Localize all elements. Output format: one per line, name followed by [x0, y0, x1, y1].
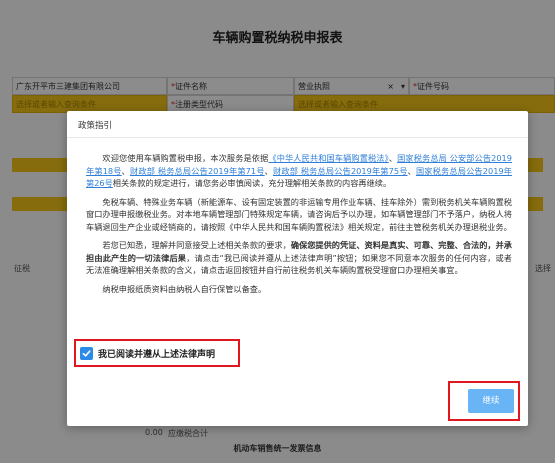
policy-paragraph-2: 免税车辆、特殊业务车辆（新能源车、设有固定装置的非运输专用作业车辆、挂车除外）需… [86, 196, 512, 234]
policy-text: 欢迎您使用车辆购置税申报，本次服务是依据 [102, 153, 269, 163]
policy-link[interactable]: 财政部 税务总局公告2019年第75号 [273, 166, 408, 176]
policy-link[interactable]: 《中华人民共和国车辆购置税法》 [268, 153, 388, 163]
policy-text: 相关条款的规定进行，请您务必审慎阅读，充分理解相关条款的内容再继续。 [112, 178, 392, 188]
dialog-body: 欢迎您使用车辆购置税申报，本次服务是依据《中华人民共和国车辆购置税法》、国家税务… [86, 152, 512, 301]
policy-paragraph-4: 纳税申报纸质资料由纳税人自行保管以备查。 [86, 283, 512, 296]
policy-text: 免税车辆、特殊业务车辆（新能源车、设有固定装置的非运输专用作业车辆、挂车除外）需… [86, 196, 512, 232]
policy-text: 、 [407, 165, 416, 176]
policy-paragraph-1: 欢迎您使用车辆购置税申报，本次服务是依据《中华人民共和国车辆购置税法》、国家税务… [86, 152, 512, 190]
dialog-header: 政策指引 [67, 111, 528, 138]
dialog-title: 政策指引 [78, 121, 113, 131]
checkmark-icon [82, 349, 91, 357]
continue-button[interactable]: 继续 [468, 389, 514, 413]
policy-link[interactable]: 财政部 税务总局公告2019年第71号 [130, 166, 265, 176]
agree-label[interactable]: 我已阅读并遵从上述法律声明 [98, 347, 215, 360]
policy-text: 、 [388, 153, 398, 163]
agree-checkbox[interactable] [80, 346, 93, 360]
policy-paragraph-3: 若您已知悉，理解并同意接受上述相关条款的要求，确保您提供的凭证、资料是真实、可靠… [86, 239, 512, 277]
policy-text: 、 [264, 165, 273, 176]
policy-text: 若您已知悉，理解并同意接受上述相关条款的要求， [102, 240, 291, 250]
agree-checkbox-row[interactable]: 我已阅读并遵从上述法律声明 [80, 343, 215, 363]
policy-guide-dialog: 政策指引 欢迎您使用车辆购置税申报，本次服务是依据《中华人民共和国车辆购置税法》… [67, 111, 528, 426]
policy-text: 纳税申报纸质资料由纳税人自行保管以备查。 [102, 283, 267, 294]
policy-text: 、 [121, 165, 131, 176]
